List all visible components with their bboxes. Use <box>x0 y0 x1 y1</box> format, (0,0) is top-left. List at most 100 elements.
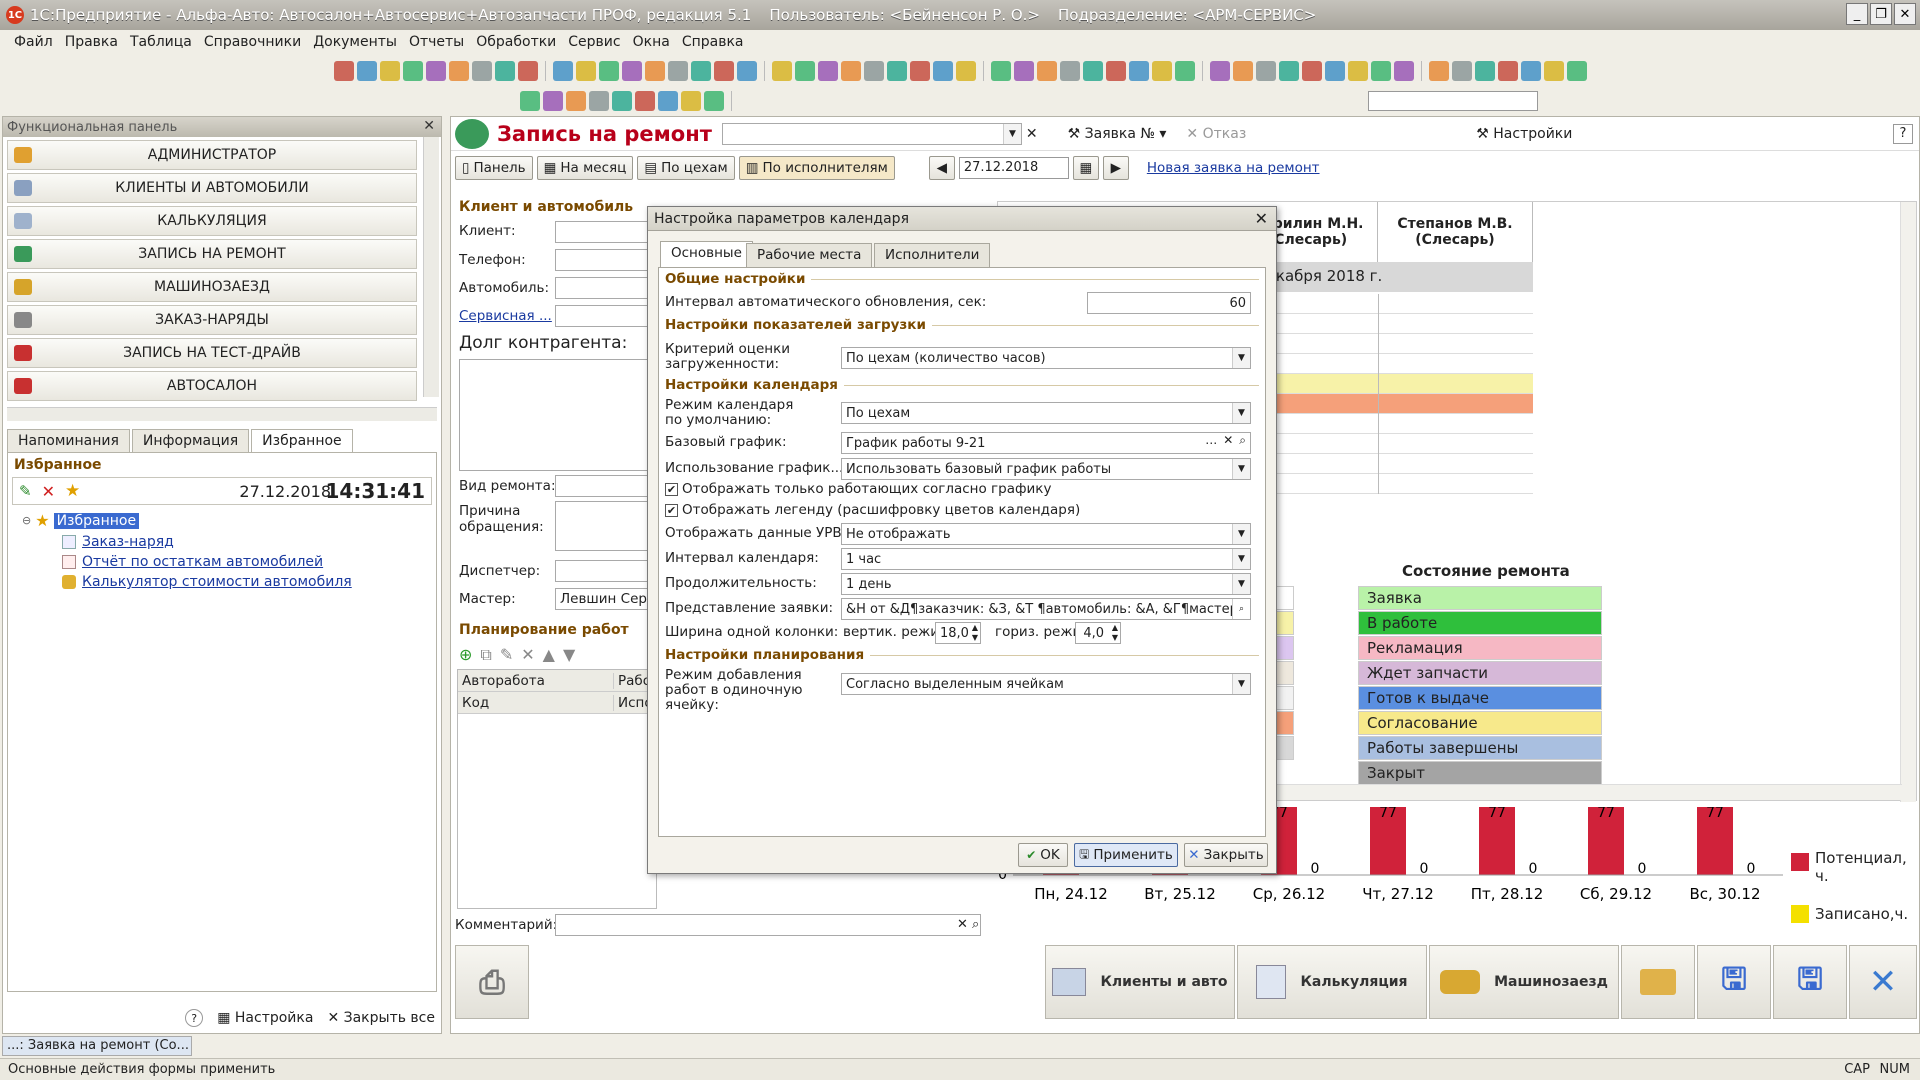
checkbox-icon[interactable]: ✔ <box>665 482 678 496</box>
delete-work-icon[interactable]: ✕ <box>521 645 534 665</box>
menu-file[interactable]: Файл <box>10 34 57 50</box>
master-field[interactable]: Левшин Серге <box>555 588 655 610</box>
toolbar-tool-icon[interactable] <box>622 61 642 81</box>
search-repr-icon[interactable]: ⌕ <box>1232 599 1250 619</box>
usage-select[interactable]: Использовать базовый график работы ▼ <box>841 458 1251 480</box>
toolbar-tool-icon[interactable] <box>1037 61 1057 81</box>
ok-button[interactable]: ✔ OK <box>1018 843 1068 867</box>
add-icon[interactable]: ⊕ <box>459 645 472 665</box>
toolbar-tool-icon[interactable] <box>658 91 678 111</box>
dropdown-arrow-icon[interactable]: ▼ <box>1232 459 1250 479</box>
toolbar-tool-icon[interactable] <box>1521 61 1541 81</box>
checkbox-icon[interactable]: ✔ <box>665 503 678 517</box>
criterion-select[interactable]: По цехам (количество часов) ▼ <box>841 347 1251 369</box>
comment-clear-icon[interactable]: ✕ ⌕ <box>957 917 979 932</box>
nav-test-drive[interactable]: ЗАПИСЬ НА ТЕСТ-ДРАЙВ <box>7 338 417 368</box>
nav-showroom[interactable]: АВТОСАЛОН <box>7 371 417 401</box>
dialog-tab-main[interactable]: Основные <box>660 241 753 267</box>
clients-auto-button[interactable]: Клиенты и авто <box>1045 945 1235 1019</box>
dropdown-arrow-icon[interactable]: ▼ <box>1232 348 1250 368</box>
toolbar-tool-icon[interactable] <box>818 61 838 81</box>
check-in-button[interactable]: Машинозаезд <box>1429 945 1619 1019</box>
toolbar-tool-icon[interactable] <box>357 61 377 81</box>
phone-field[interactable] <box>555 249 655 271</box>
toolbar-tool-icon[interactable] <box>380 61 400 81</box>
help-icon[interactable]: ? <box>185 1009 204 1027</box>
toolbar-tool-icon[interactable] <box>520 91 540 111</box>
menu-help[interactable]: Справка <box>678 34 748 50</box>
star-icon[interactable]: ★ <box>65 481 80 501</box>
nav-repair-booking[interactable]: ЗАПИСЬ НА РЕМОНТ <box>7 239 417 269</box>
toolbar-tool-icon[interactable] <box>495 61 515 81</box>
dialog-close-icon[interactable]: ✕ <box>1255 209 1268 228</box>
toolbar-tool-icon[interactable] <box>645 61 665 81</box>
refresh-input[interactable]: 60 <box>1087 292 1251 314</box>
toolbar-tool-icon[interactable] <box>668 61 688 81</box>
nav-check-in[interactable]: МАШИНОЗАЕЗД <box>7 272 417 302</box>
fav-stock-report[interactable]: Отчёт по остаткам автомобилей <box>82 554 323 570</box>
menu-table[interactable]: Таблица <box>126 34 196 50</box>
menu-documents[interactable]: Документы <box>309 34 401 50</box>
toolbar-tool-icon[interactable] <box>518 61 538 81</box>
panel-scrollbar[interactable] <box>423 137 439 397</box>
save-button[interactable]: 🖫 <box>1773 945 1847 1019</box>
nav-work-orders[interactable]: ЗАКАЗ-НАРЯДЫ <box>7 305 417 335</box>
order-number-button[interactable]: ⚒ Заявка № ▾ <box>1068 126 1167 142</box>
toolbar-tool-icon[interactable] <box>864 61 884 81</box>
tab-info[interactable]: Информация <box>131 429 250 452</box>
nav-admin[interactable]: АДМИНИСТРАТОР <box>7 140 417 170</box>
comment-field[interactable] <box>555 914 981 936</box>
schedule-cell-row[interactable] <box>1238 434 1533 454</box>
toolbar-tool-icon[interactable] <box>1302 61 1322 81</box>
toolbar-tool-icon[interactable] <box>795 61 815 81</box>
form-help-icon[interactable]: ? <box>1893 123 1913 144</box>
nav-calculation[interactable]: КАЛЬКУЛЯЦИЯ <box>7 206 417 236</box>
cancel-form-button[interactable]: ✕ <box>1849 945 1917 1019</box>
urv-select[interactable]: Не отображать ▼ <box>841 523 1251 545</box>
edit-work-icon[interactable]: ✎ <box>500 645 513 665</box>
schedule-cell-row[interactable] <box>1238 374 1533 394</box>
refusal-button[interactable]: ✕ Отказ <box>1186 126 1246 142</box>
toolbar-tool-icon[interactable] <box>612 91 632 111</box>
view-month-button[interactable]: ▦ На месяц <box>536 156 634 180</box>
toolbar-tool-icon[interactable] <box>772 61 792 81</box>
show-legend-checkbox[interactable]: ✔ Отображать легенду (расшифровку цветов … <box>665 502 1080 518</box>
toolbar-tool-icon[interactable] <box>449 61 469 81</box>
menu-windows[interactable]: Окна <box>629 34 674 50</box>
toolbar-tool-icon[interactable] <box>714 61 734 81</box>
restore-icon[interactable]: ❐ <box>1870 3 1892 25</box>
menu-catalogs[interactable]: Справочники <box>200 34 305 50</box>
tab-favorites[interactable]: Избранное <box>251 429 353 452</box>
search-schedule-icon[interactable]: ⌕ <box>1239 433 1246 453</box>
prev-date-icon[interactable]: ◀ <box>928 156 955 180</box>
edit-icon[interactable]: ✎ <box>19 482 32 500</box>
toolbar-tool-icon[interactable] <box>1475 61 1495 81</box>
spinner-icon[interactable]: ▲ ▼ <box>1112 623 1118 643</box>
fav-work-order[interactable]: Заказ-наряд <box>82 534 174 550</box>
schedule-cell-row[interactable] <box>1238 474 1533 494</box>
calculation-button[interactable]: Калькуляция <box>1237 945 1427 1019</box>
apply-button[interactable]: 🖫 Применить <box>1074 843 1178 867</box>
repr-input[interactable]: &Н от &Д¶заказчик: &З, &Т ¶автомобиль: &… <box>841 598 1251 620</box>
toolbar-tool-icon[interactable] <box>334 61 354 81</box>
menu-reports[interactable]: Отчеты <box>405 34 468 50</box>
toolbar-tool-icon[interactable] <box>403 61 423 81</box>
toolbar-tool-icon[interactable] <box>933 61 953 81</box>
schedule-cell-row[interactable] <box>1238 294 1533 314</box>
dropdown-arrow-icon[interactable]: ▼ <box>1232 403 1250 423</box>
schedule-cell-row[interactable] <box>1238 354 1533 374</box>
toolbar-tool-icon[interactable] <box>1394 61 1414 81</box>
panel-setup-link[interactable]: ▦ Настройка <box>217 1010 313 1026</box>
mode-select[interactable]: По цехам ▼ <box>841 402 1251 424</box>
client-field[interactable] <box>555 221 655 243</box>
save-and-close-button[interactable]: 🖫 <box>1697 945 1771 1019</box>
fav-calculator[interactable]: Калькулятор стоимости автомобиля <box>82 574 352 590</box>
toolbar-tool-icon[interactable] <box>472 61 492 81</box>
close-window-icon[interactable]: ✕ <box>1894 3 1916 25</box>
toolbar-tool-icon[interactable] <box>1083 61 1103 81</box>
new-order-link[interactable]: Новая заявка на ремонт <box>1147 160 1320 176</box>
toolbar-tool-icon[interactable] <box>841 61 861 81</box>
taskbar-item[interactable]: ...: Заявка на ремонт (Со... <box>2 1036 192 1056</box>
toolbar-tool-icon[interactable] <box>1544 61 1564 81</box>
toolbar-tool-icon[interactable] <box>681 91 701 111</box>
